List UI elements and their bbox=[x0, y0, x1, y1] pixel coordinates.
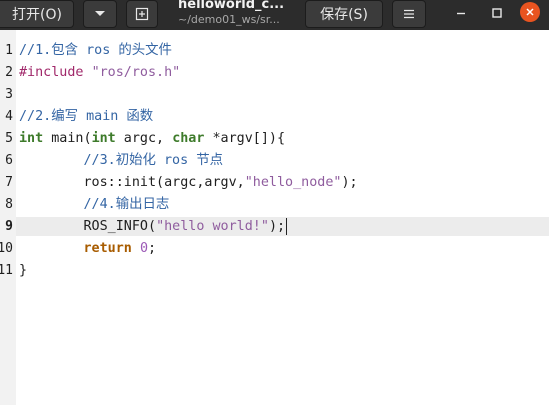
line-number: 5 bbox=[5, 131, 13, 146]
code-token: ; bbox=[148, 241, 157, 256]
close-icon bbox=[526, 8, 534, 16]
line-number: 1 bbox=[5, 43, 13, 58]
maximize-icon bbox=[492, 8, 502, 18]
open-button[interactable]: 打开(O) bbox=[0, 0, 74, 28]
code-token: 0 bbox=[139, 241, 148, 256]
line-number-gutter: 1 2 3 4 5 6 7 8 9 10 11 bbox=[0, 30, 16, 405]
line-number: 6 bbox=[5, 153, 13, 168]
code-token: char bbox=[172, 131, 205, 146]
code-token: ROS_INFO( bbox=[19, 219, 157, 234]
line-number: 4 bbox=[5, 109, 13, 124]
code-line: #include "ros/ros.h" bbox=[19, 64, 180, 82]
code-token: "hello_node" bbox=[244, 175, 342, 190]
code-token: argc, bbox=[115, 131, 173, 146]
code-token: return bbox=[83, 241, 132, 256]
new-tab-icon bbox=[135, 7, 149, 21]
text-cursor bbox=[286, 218, 287, 235]
code-line: return 0; bbox=[19, 240, 157, 258]
code-token: *argv[]){ bbox=[204, 131, 286, 146]
code-token: //3.初始化 ros 节点 bbox=[83, 153, 224, 168]
code-line: //3.初始化 ros 节点 bbox=[19, 152, 224, 170]
code-line: //4.输出日志 bbox=[19, 196, 170, 214]
code-line: ros::init(argc,argv,"hello_node"); bbox=[19, 174, 358, 192]
line-number: 11 bbox=[0, 263, 13, 278]
code-token: ); bbox=[268, 219, 286, 234]
code-token: ); bbox=[341, 175, 358, 190]
code-line: } bbox=[19, 262, 27, 280]
menu-button[interactable] bbox=[392, 0, 426, 28]
code-token: "hello world!" bbox=[156, 219, 269, 234]
close-button[interactable] bbox=[520, 2, 540, 22]
code-token: ros::init(argc,argv, bbox=[19, 175, 245, 190]
code-line: //2.编写 main 函数 bbox=[19, 108, 153, 126]
line-number: 2 bbox=[5, 65, 13, 80]
save-button[interactable]: 保存(S) bbox=[305, 0, 383, 28]
code-token: #include bbox=[19, 65, 92, 80]
code-token: "ros/ros.h" bbox=[91, 65, 181, 80]
line-number: 8 bbox=[5, 197, 13, 212]
new-tab-button[interactable] bbox=[126, 0, 158, 28]
code-token: int bbox=[91, 131, 116, 146]
line-number: 9 bbox=[5, 219, 13, 234]
maximize-button[interactable] bbox=[484, 0, 510, 26]
open-menu-button[interactable] bbox=[83, 0, 117, 28]
title-block: helloworld_c... ~/demo01_ws/sr... bbox=[178, 0, 298, 30]
open-button-label: 打开(O) bbox=[12, 7, 62, 23]
gedit-window: 打开(O) helloworld_c... ~/demo01_ws/sr... … bbox=[0, 0, 549, 405]
minimize-button[interactable] bbox=[448, 0, 474, 26]
save-button-label: 保存(S) bbox=[320, 7, 368, 23]
code-token: } bbox=[19, 263, 28, 278]
code-token: //1.包含 ros 的头文件 bbox=[19, 43, 172, 58]
code-token: //4.输出日志 bbox=[83, 197, 170, 212]
document-path: ~/demo01_ws/sr... bbox=[178, 13, 280, 26]
code-line: int main(int argc, char *argv[]){ bbox=[19, 130, 285, 148]
code-editor[interactable]: //1.包含 ros 的头文件 #include "ros/ros.h" //2.编… bbox=[16, 30, 549, 405]
line-number: 10 bbox=[0, 241, 13, 256]
chevron-down-icon bbox=[95, 11, 105, 16]
code-token: int bbox=[19, 131, 44, 146]
code-line: ROS_INFO("hello world!"); bbox=[19, 218, 285, 236]
code-line: //1.包含 ros 的头文件 bbox=[19, 42, 172, 60]
code-token: main( bbox=[43, 131, 92, 146]
line-number: 3 bbox=[5, 87, 13, 102]
hamburger-menu-icon bbox=[404, 9, 414, 19]
minimize-icon bbox=[457, 12, 465, 15]
document-title: helloworld_c... bbox=[178, 0, 285, 12]
line-number: 7 bbox=[5, 175, 13, 190]
header-bar: 打开(O) helloworld_c... ~/demo01_ws/sr... … bbox=[0, 0, 549, 30]
code-token: //2.编写 main 函数 bbox=[19, 109, 154, 124]
